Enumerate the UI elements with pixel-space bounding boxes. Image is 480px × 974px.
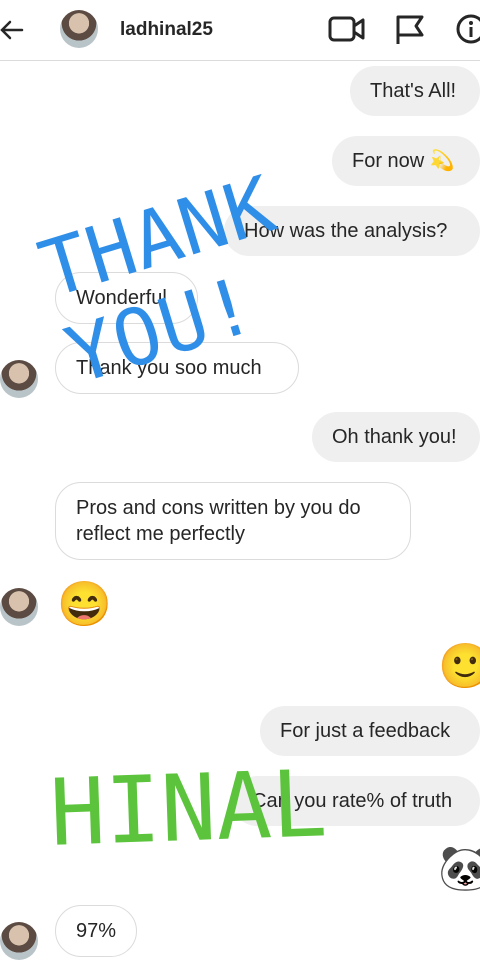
flag-icon[interactable] <box>394 14 426 46</box>
grinning-emoji-icon[interactable]: 😄 <box>57 580 112 630</box>
header-avatar[interactable] <box>60 10 98 48</box>
info-icon[interactable] <box>456 14 480 44</box>
message-outgoing[interactable]: Can you rate% of truth <box>232 776 480 826</box>
message-text: For now <box>352 150 425 172</box>
message-text: 97% <box>76 920 117 942</box>
message-text: Wonderful <box>76 287 167 309</box>
panda-emoji-icon[interactable]: 🐼 <box>438 844 480 894</box>
message-outgoing[interactable]: How was the analysis? <box>224 206 480 256</box>
message-text: For just a feedback <box>280 720 451 742</box>
message-text: Oh thank you! <box>332 426 457 448</box>
message-text: How was the analysis? <box>244 220 448 242</box>
sparkle-emoji-icon: 💫 <box>429 150 455 172</box>
message-outgoing[interactable]: Oh thank you! <box>312 412 480 462</box>
back-arrow-icon[interactable] <box>0 16 30 44</box>
message-text: Thank you soo much <box>76 357 262 379</box>
message-incoming[interactable]: Thank you soo much <box>55 342 299 394</box>
message-outgoing[interactable]: That's All! <box>350 66 480 116</box>
message-text: Can you rate% of truth <box>252 790 453 812</box>
message-text: That's All! <box>370 80 457 102</box>
chat-username[interactable]: ladhinal25 <box>120 19 213 41</box>
sender-avatar[interactable] <box>0 360 38 398</box>
smiley-emoji-icon[interactable]: 🙂 <box>438 642 480 692</box>
message-outgoing[interactable]: For just a feedback <box>260 706 480 756</box>
message-incoming[interactable]: 97% <box>55 905 137 957</box>
sender-avatar[interactable] <box>0 588 38 626</box>
message-incoming[interactable]: Wonderful <box>55 272 198 324</box>
message-outgoing[interactable]: For now 💫 <box>332 136 480 186</box>
sender-avatar[interactable] <box>0 922 38 960</box>
chat-header: ladhinal25 <box>0 0 480 61</box>
message-text: Pros and cons written by you do reflect … <box>76 497 361 545</box>
message-incoming[interactable]: Pros and cons written by you do reflect … <box>55 482 411 560</box>
video-call-icon[interactable] <box>328 14 366 44</box>
